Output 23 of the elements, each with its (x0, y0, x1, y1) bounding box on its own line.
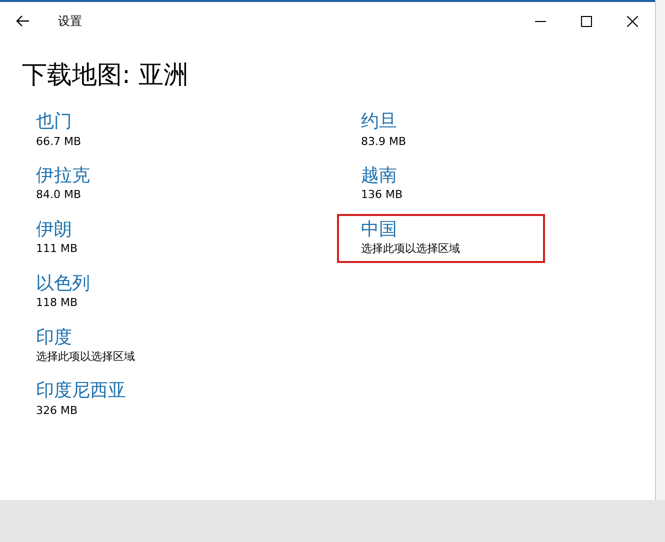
region-detail: 选择此项以选择区域 (36, 349, 136, 364)
region-link[interactable]: 印度 (36, 326, 196, 350)
region-detail: 118 MB (36, 295, 79, 311)
back-arrow-icon (16, 15, 30, 27)
close-icon (626, 16, 638, 26)
region-detail: 326 MB (36, 402, 79, 418)
window-title: 设置 (58, 13, 82, 30)
region-detail: 66.7 MB (36, 134, 82, 149)
region-detail: 选择此项以选择区域 (361, 241, 461, 257)
region-detail: 111 MB (36, 241, 79, 257)
region-link[interactable]: 约旦 (361, 111, 521, 134)
region-link[interactable]: 中国 (361, 218, 521, 242)
region-detail: 83.9 MB (361, 134, 408, 149)
region-detail: 84.0 MB (36, 187, 82, 203)
region-link[interactable]: 印度尼西亚 (36, 380, 196, 403)
page-heading: 下载地图: 亚洲 (22, 60, 190, 90)
region-link[interactable]: 伊朗 (36, 218, 196, 242)
maximize-icon (580, 16, 592, 26)
region-link[interactable]: 以色列 (36, 272, 196, 296)
region-link[interactable]: 也门 (36, 111, 196, 134)
region-detail: 136 MB (361, 187, 404, 203)
region-link[interactable]: 伊拉克 (36, 164, 196, 188)
region-link[interactable]: 越南 (361, 164, 521, 188)
